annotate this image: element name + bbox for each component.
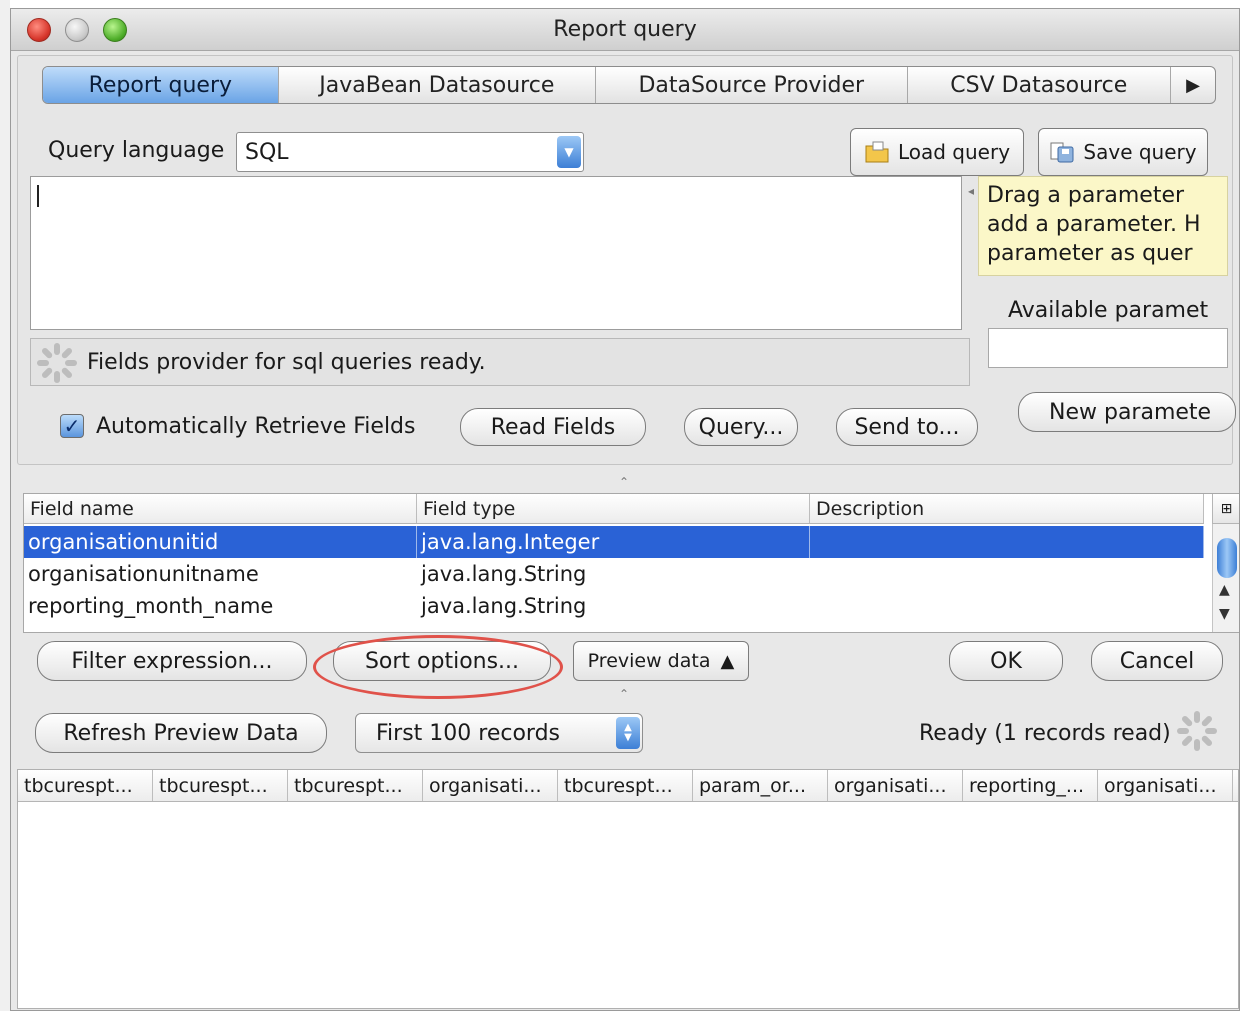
preview-data-toggle[interactable]: Preview data ▲ bbox=[573, 641, 749, 681]
splitter-grip-icon[interactable]: ⌃ bbox=[619, 475, 629, 489]
splitter-grip-icon[interactable]: ⌃ bbox=[619, 687, 629, 701]
field-type-cell: java.lang.String bbox=[421, 562, 587, 586]
read-fields-button[interactable]: Read Fields bbox=[460, 408, 646, 446]
tab-javabean-datasource[interactable]: JavaBean Datasource bbox=[279, 67, 597, 103]
hint-line: parameter as quer bbox=[987, 241, 1193, 266]
preview-data-label: Preview data bbox=[587, 650, 711, 672]
loading-spinner-icon bbox=[37, 343, 77, 383]
field-name-cell: organisationunitid bbox=[24, 526, 417, 558]
query-panel: Report query JavaBean Datasource DataSou… bbox=[17, 55, 1236, 465]
load-query-label: Load query bbox=[897, 140, 1011, 164]
send-to-button[interactable]: Send to... bbox=[836, 408, 978, 446]
records-limit-select[interactable]: First 100 records ▲ ▼ bbox=[355, 713, 643, 753]
preview-column-header[interactable]: organisati... bbox=[423, 770, 558, 801]
query-designer-button[interactable]: Query... bbox=[684, 408, 798, 446]
datasource-tabs: Report query JavaBean Datasource DataSou… bbox=[42, 66, 1216, 104]
tab-datasource-provider[interactable]: DataSource Provider bbox=[596, 67, 908, 103]
query-language-select[interactable]: SQL ▼ bbox=[236, 132, 584, 172]
column-header-description[interactable]: Description bbox=[810, 494, 1204, 523]
records-limit-value: First 100 records bbox=[376, 720, 561, 746]
field-description-cell bbox=[810, 526, 1204, 558]
save-query-button[interactable]: Save query bbox=[1038, 128, 1208, 176]
tab-scroll-right-icon[interactable]: ▶ bbox=[1171, 67, 1215, 103]
scroll-down-icon[interactable]: ▼ bbox=[1219, 606, 1230, 622]
save-disk-icon bbox=[1049, 140, 1075, 164]
load-query-button[interactable]: Load query bbox=[850, 128, 1024, 176]
field-description-cell bbox=[810, 590, 1204, 622]
hint-line: Drag a parameter bbox=[987, 183, 1185, 208]
query-editor[interactable] bbox=[30, 176, 962, 330]
field-type-cell: java.lang.Integer bbox=[417, 526, 810, 558]
new-parameter-button[interactable]: New paramete bbox=[1018, 392, 1236, 432]
field-name-cell: reporting_month_name bbox=[28, 594, 274, 618]
query-language-value: SQL bbox=[245, 139, 289, 165]
filter-expression-button[interactable]: Filter expression... bbox=[37, 641, 307, 681]
table-row[interactable]: organisationunitid java.lang.Integer bbox=[24, 526, 1204, 558]
preview-column-header[interactable]: param_or... bbox=[693, 770, 828, 801]
preview-column-header[interactable]: organisati... bbox=[1098, 770, 1233, 801]
window-title: Report query bbox=[553, 17, 697, 42]
field-type-cell: java.lang.String bbox=[421, 594, 587, 618]
query-language-label: Query language bbox=[48, 138, 225, 163]
parameters-hint: Drag a parameter add a parameter. H para… bbox=[978, 176, 1228, 276]
preview-column-header[interactable]: tbcurespt... bbox=[558, 770, 693, 801]
preview-status: Ready (1 records read) bbox=[919, 721, 1171, 746]
triangle-up-icon: ▲ bbox=[720, 650, 735, 672]
text-caret bbox=[37, 185, 39, 207]
auto-retrieve-label: Automatically Retrieve Fields bbox=[96, 414, 416, 439]
available-parameters-label: Available paramet bbox=[1008, 298, 1209, 323]
preview-column-header[interactable]: reporting_... bbox=[963, 770, 1098, 801]
scrollbar-thumb[interactable] bbox=[1217, 538, 1237, 578]
cancel-button[interactable]: Cancel bbox=[1091, 641, 1223, 681]
available-parameters-list[interactable] bbox=[988, 328, 1228, 368]
column-header-field-name[interactable]: Field name bbox=[24, 494, 417, 523]
folder-open-icon bbox=[864, 140, 890, 164]
splitter-arrow-icon[interactable]: ◂ bbox=[968, 184, 974, 198]
desktop-edge bbox=[0, 0, 10, 1011]
preview-table-header: tbcurespt... tbcurespt... tbcurespt... o… bbox=[18, 770, 1238, 802]
sort-options-highlight bbox=[313, 635, 563, 699]
auto-retrieve-checkbox[interactable]: ✓ bbox=[60, 414, 84, 438]
ok-button[interactable]: OK bbox=[949, 641, 1063, 681]
preview-column-header[interactable]: organisati... bbox=[828, 770, 963, 801]
fields-provider-status: Fields provider for sql queries ready. bbox=[30, 338, 970, 386]
preview-column-header[interactable]: tbcurespt... bbox=[288, 770, 423, 801]
loading-spinner-icon bbox=[1177, 711, 1217, 751]
save-query-label: Save query bbox=[1083, 140, 1197, 164]
preview-data-table: tbcurespt... tbcurespt... tbcurespt... o… bbox=[17, 769, 1239, 1009]
title-bar: Report query bbox=[11, 9, 1239, 51]
column-chooser-icon[interactable]: ⊞ bbox=[1212, 494, 1239, 524]
table-row[interactable]: organisationunitname java.lang.String bbox=[24, 558, 1204, 590]
table-row[interactable]: reporting_month_name java.lang.String bbox=[24, 590, 1204, 622]
preview-column-header[interactable]: tbcurespt... bbox=[18, 770, 153, 801]
stepper-arrows-icon: ▲ ▼ bbox=[616, 717, 640, 749]
fields-table-header: Field name Field type Description bbox=[24, 494, 1204, 524]
hint-line: add a parameter. H bbox=[987, 212, 1201, 237]
fields-provider-status-text: Fields provider for sql queries ready. bbox=[87, 350, 486, 375]
report-query-window: Report query Report query JavaBean Datas… bbox=[10, 8, 1240, 1011]
refresh-preview-button[interactable]: Refresh Preview Data bbox=[35, 713, 327, 753]
tab-report-query[interactable]: Report query bbox=[43, 67, 279, 103]
tab-csv-datasource[interactable]: CSV Datasource bbox=[908, 67, 1172, 103]
scroll-up-icon[interactable]: ▲ bbox=[1219, 582, 1230, 598]
chevron-down-icon: ▼ bbox=[557, 136, 581, 168]
field-name-cell: organisationunitname bbox=[28, 562, 259, 586]
fields-table: Field name Field type Description ⊞ orga… bbox=[23, 493, 1239, 633]
fields-table-scrollbar[interactable]: ▲ ▼ bbox=[1212, 524, 1239, 632]
preview-column-header[interactable]: tbcurespt... bbox=[153, 770, 288, 801]
column-header-field-type[interactable]: Field type bbox=[417, 494, 810, 523]
field-description-cell bbox=[810, 558, 1204, 590]
